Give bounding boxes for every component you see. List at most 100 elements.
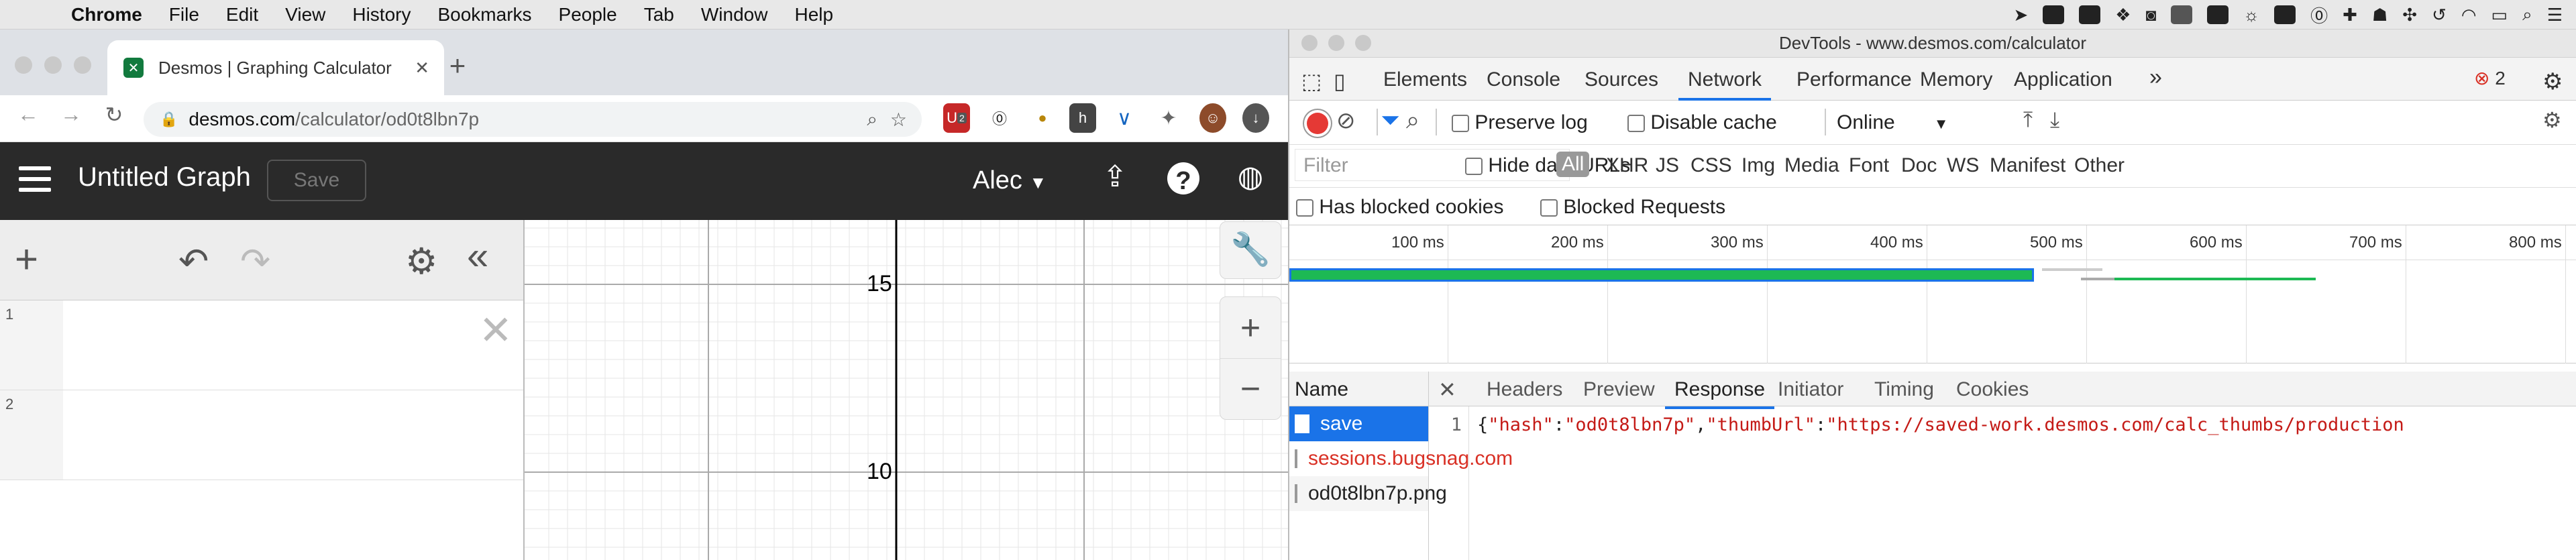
devtools-close-button[interactable] [1301, 35, 1318, 51]
menu-people[interactable]: People [559, 4, 617, 25]
request-row[interactable]: od0t8lbn7p.png [1289, 476, 1447, 511]
record-button[interactable] [1307, 113, 1328, 134]
inspect-element-icon[interactable]: ⬚ [1301, 68, 1322, 94]
preserve-log-option[interactable]: Preserve log [1452, 111, 1588, 134]
clear-icon[interactable]: ⊘ [1336, 107, 1356, 134]
puzzle-extensions-icon[interactable]: ✦ [1155, 103, 1182, 133]
menu-app-chrome[interactable]: Chrome [71, 4, 142, 25]
tab-console[interactable]: Console [1487, 68, 1560, 91]
zoom-out-button[interactable]: − [1220, 359, 1281, 419]
network-overview-timeline[interactable]: 100 ms 200 ms 300 ms 400 ms 500 ms 600 m… [1289, 225, 2576, 363]
undo-icon[interactable]: ↶ [178, 240, 209, 282]
menu-edit[interactable]: Edit [226, 4, 258, 25]
tab-memory[interactable]: Memory [1920, 68, 1992, 91]
menu-tab[interactable]: Tab [644, 4, 674, 25]
menu-history[interactable]: History [352, 4, 411, 25]
location-arrow-icon[interactable]: ➤ [2013, 5, 2028, 25]
delete-expression-icon[interactable]: ✕ [479, 307, 513, 354]
menu-file[interactable]: File [169, 4, 199, 25]
language-globe-icon[interactable]: ◍ [1232, 160, 1269, 197]
menu-window[interactable]: Window [701, 4, 768, 25]
filter-type-all[interactable]: All [1556, 152, 1590, 177]
calendar-icon[interactable] [2079, 5, 2101, 24]
dropbox-icon[interactable]: ❖ [2115, 5, 2131, 25]
filter-type-xhr[interactable]: XHR [1606, 154, 1648, 177]
back-arrow-icon[interactable]: ← [15, 102, 42, 127]
hide-data-urls-checkbox[interactable] [1465, 158, 1483, 176]
device-toolbar-icon[interactable]: ▯ [1334, 68, 1346, 94]
onepassword-extension-icon[interactable]: ⓪ [986, 103, 1013, 133]
blocked-requests-option[interactable]: Blocked Requests [1540, 196, 1725, 219]
user-menu[interactable]: Alec ▼ [973, 166, 1046, 195]
tab-timing[interactable]: Timing [1874, 378, 1934, 401]
cookie-extension-icon[interactable]: ● [1029, 103, 1056, 133]
request-row[interactable]: sessions.bugsnag.com [1289, 441, 1513, 476]
request-list-header[interactable]: Name [1289, 372, 1428, 406]
filter-funnel-icon[interactable]: ⏷ [1381, 106, 1400, 135]
filter-type-img[interactable]: Img [1741, 154, 1775, 177]
request-row[interactable]: save [1289, 406, 1428, 441]
tab-elements[interactable]: Elements [1383, 68, 1467, 91]
screen-icon[interactable] [2171, 5, 2193, 24]
time-machine-icon[interactable]: ↺ [2432, 5, 2447, 25]
minimize-window-button[interactable] [44, 56, 62, 74]
bookmark-star-icon[interactable]: ☆ [890, 109, 907, 131]
app-status-icon[interactable] [2043, 5, 2065, 24]
filter-type-font[interactable]: Font [1849, 154, 1889, 177]
v-extension-icon[interactable]: ∨ [1111, 103, 1138, 133]
filter-type-media[interactable]: Media [1784, 154, 1839, 177]
tab-application[interactable]: Application [2014, 68, 2112, 91]
preserve-log-checkbox[interactable] [1452, 115, 1469, 133]
tab-response[interactable]: Response [1665, 378, 1775, 409]
tab-headers[interactable]: Headers [1487, 378, 1562, 401]
new-tab-button[interactable]: + [444, 50, 471, 82]
lock-icon[interactable]: 🔒 [160, 111, 178, 128]
filter-type-js[interactable]: JS [1656, 154, 1679, 177]
save-button[interactable]: Save [267, 160, 366, 201]
blocked-requests-checkbox[interactable] [1540, 199, 1558, 217]
tab-initiator[interactable]: Initiator [1778, 378, 1843, 401]
hat-icon[interactable]: ☗ [2372, 5, 2387, 25]
filter-type-other[interactable]: Other [2074, 154, 2125, 177]
filter-type-doc[interactable]: Doc [1901, 154, 1937, 177]
collapse-list-icon[interactable]: « [467, 233, 488, 278]
filter-type-manifest[interactable]: Manifest [1990, 154, 2065, 177]
filter-type-css[interactable]: CSS [1690, 154, 1732, 177]
camera-icon[interactable]: ◙ [2146, 5, 2157, 25]
close-detail-icon[interactable]: ✕ [1438, 377, 1456, 402]
reload-icon[interactable]: ↻ [101, 102, 127, 127]
tab-network[interactable]: Network [1678, 68, 1772, 101]
control-center-icon[interactable]: ☰ [2547, 5, 2563, 25]
plus-cross-icon[interactable]: ✚ [2343, 5, 2357, 25]
search-icon[interactable]: ⌕ [2522, 4, 2532, 25]
expression-row[interactable]: 1 ✕ [0, 300, 523, 390]
zoom-window-button[interactable] [74, 56, 91, 74]
response-body[interactable]: 1 {"hash":"od0t8lbn7p","thumbUrl":"https… [1429, 406, 2576, 560]
network-settings-gear-icon[interactable]: ⚙ [2542, 107, 2562, 133]
h-extension-icon[interactable]: h [1069, 103, 1096, 133]
devtools-settings-gear-icon[interactable]: ⚙ [2542, 68, 2563, 95]
hamburger-menu-icon[interactable] [19, 166, 51, 199]
help-icon[interactable]: ? [1167, 162, 1199, 195]
devtools-zoom-button[interactable] [1355, 35, 1371, 51]
has-blocked-cookies-option[interactable]: Has blocked cookies [1296, 196, 1504, 219]
ublock-extension-icon[interactable]: U2 [943, 103, 970, 133]
menu-help[interactable]: Help [794, 4, 833, 25]
menu-extra-icon[interactable] [2207, 5, 2229, 24]
forward-arrow-icon[interactable]: → [58, 102, 85, 127]
settings-gear-icon[interactable]: ⚙ [405, 240, 437, 282]
export-har-icon[interactable]: ⤓ [2050, 107, 2059, 133]
has-blocked-cookies-checkbox[interactable] [1296, 199, 1313, 217]
import-har-icon[interactable]: ⤒ [2023, 107, 2033, 133]
close-window-button[interactable] [15, 56, 32, 74]
disable-cache-option[interactable]: Disable cache [1627, 111, 1777, 134]
graph-settings-wrench-button[interactable]: 🔧 [1220, 221, 1281, 279]
clipboard-icon[interactable] [2274, 5, 2296, 24]
menu-bookmarks[interactable]: Bookmarks [437, 4, 531, 25]
browser-tab-desmos[interactable]: ✕ Desmos | Graphing Calculator ✕ [107, 40, 444, 95]
tab-sources[interactable]: Sources [1585, 68, 1658, 91]
tab-cookies[interactable]: Cookies [1956, 378, 2029, 401]
zoom-icon[interactable]: ⌕ [867, 109, 877, 131]
onepassword-icon[interactable]: ⓪ [2310, 3, 2328, 27]
brightness-icon[interactable]: ☼ [2243, 5, 2259, 25]
